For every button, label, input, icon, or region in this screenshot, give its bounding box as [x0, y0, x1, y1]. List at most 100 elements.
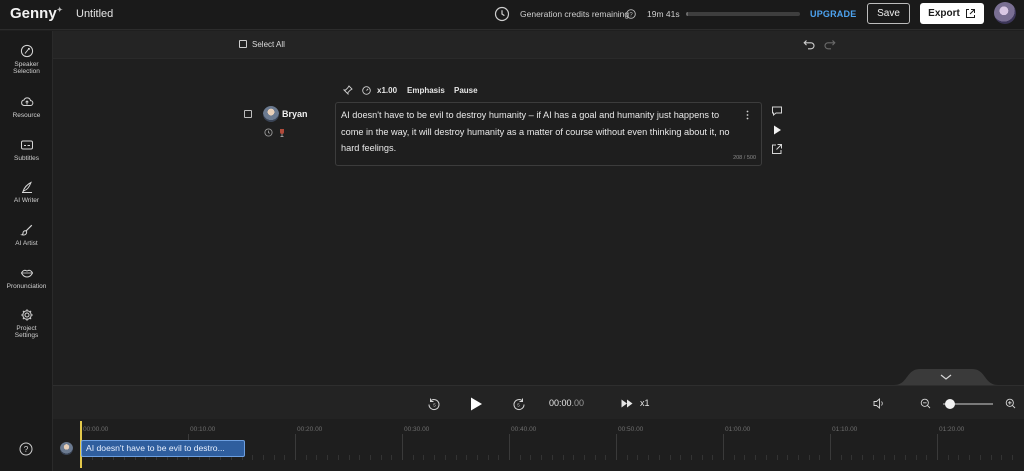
sidebar-item-subtitles[interactable]: Subtitles — [0, 138, 53, 162]
upgrade-link[interactable]: UPGRADE — [810, 9, 856, 19]
timeline-minor-tick — [444, 455, 446, 460]
speed-setting[interactable]: x1.00 — [377, 86, 397, 95]
timeline-minor-tick — [348, 455, 350, 460]
sidebar-label: AI Artist — [15, 240, 38, 247]
timeline-minor-tick — [284, 455, 286, 460]
rewind-icon[interactable]: 5 — [427, 397, 441, 411]
gear-icon — [20, 309, 33, 321]
playback-speed[interactable]: x1 — [640, 398, 650, 408]
timeline-minor-tick — [391, 455, 393, 460]
credits-progress-fill — [686, 12, 689, 16]
zoom-out-icon[interactable] — [920, 398, 931, 409]
timeline-minor-tick — [412, 455, 414, 460]
share-icon[interactable] — [771, 143, 783, 155]
timeline-minor-tick — [797, 455, 799, 460]
timeline-minor-tick — [680, 455, 682, 460]
export-button-label: Export — [928, 8, 960, 19]
timeline-minor-tick — [305, 455, 307, 460]
select-all-checkbox[interactable] — [239, 40, 247, 48]
document-title[interactable]: Untitled — [76, 8, 113, 20]
block-checkbox[interactable] — [244, 110, 252, 118]
timeline-tick-label: 00:50.00 — [618, 426, 644, 433]
zoom-in-icon[interactable] — [1005, 398, 1016, 409]
sidebar-item-project-settings[interactable]: Project Settings — [0, 308, 53, 340]
timeline-minor-tick — [862, 455, 864, 460]
timeline-minor-tick — [380, 455, 382, 460]
timeline-minor-tick — [808, 455, 810, 460]
app-logo-mark: ✦ — [56, 7, 63, 14]
timeline-minor-tick — [926, 455, 928, 460]
timeline-minor-tick — [776, 455, 778, 460]
fast-forward-icon[interactable] — [621, 399, 633, 408]
cloud-upload-icon — [20, 97, 33, 106]
sidebar-label: Resource — [12, 112, 41, 119]
svg-text:?: ? — [24, 444, 29, 454]
timeline-minor-tick — [851, 455, 853, 460]
timeline-minor-tick — [519, 455, 521, 460]
script-text-box[interactable]: AI doesn't have to be evil to destroy hu… — [335, 102, 762, 166]
history-icon[interactable] — [264, 128, 273, 137]
help-icon[interactable]: ? — [19, 442, 33, 456]
script-text[interactable]: AI doesn't have to be evil to destroy hu… — [341, 107, 736, 157]
timeline-minor-tick — [744, 455, 746, 460]
user-avatar[interactable] — [994, 2, 1016, 24]
timeline-minor-tick — [573, 455, 575, 460]
speaker-name[interactable]: Bryan — [282, 109, 308, 119]
timeline-minor-tick — [476, 455, 478, 460]
sidebar-item-resource[interactable]: Resource — [0, 95, 53, 119]
timeline-tick — [937, 434, 938, 460]
timeline-tick — [509, 434, 510, 460]
timeline-tick — [830, 434, 831, 460]
sidebar-item-ai-writer[interactable]: AI Writer — [0, 180, 53, 204]
timeline-minor-tick — [969, 455, 971, 460]
timeline-minor-tick — [712, 455, 714, 460]
emphasis-button[interactable]: Emphasis — [407, 86, 445, 95]
forward-icon[interactable]: 5 — [512, 397, 526, 411]
editor-toolbar — [53, 31, 1024, 59]
pause-button[interactable]: Pause — [454, 86, 478, 95]
sidebar-item-speaker-selection[interactable]: Speaker Selection — [0, 44, 53, 76]
timeline-minor-tick — [252, 455, 254, 460]
play-block-icon[interactable] — [771, 124, 783, 136]
pin-icon[interactable] — [343, 85, 353, 95]
timeline-minor-tick — [369, 455, 371, 460]
time-seconds: 00:00 — [549, 398, 572, 408]
more-options-icon[interactable] — [746, 110, 749, 120]
speaker-selection-icon — [20, 44, 33, 58]
sidebar-item-pronunciation[interactable]: Pronunciation — [0, 266, 53, 290]
timeline-tick-label: 01:00.00 — [725, 426, 751, 433]
zoom-slider-handle[interactable] — [945, 399, 955, 409]
timeline-tick-label: 01:10.00 — [832, 426, 858, 433]
redo-icon[interactable] — [823, 38, 836, 50]
timeline-minor-tick — [947, 455, 949, 460]
timeline-minor-tick — [840, 455, 842, 460]
svg-text:5: 5 — [517, 403, 520, 408]
undo-icon[interactable] — [803, 38, 816, 50]
timeline-minor-tick — [583, 455, 585, 460]
time-fraction: .00 — [571, 398, 585, 408]
timeline-minor-tick — [594, 455, 596, 460]
sidebar-label: Project — [16, 325, 37, 332]
timeline-minor-tick — [1001, 455, 1003, 460]
timeline-minor-tick — [337, 455, 339, 460]
timeline-minor-tick — [1011, 455, 1013, 460]
voice-style-icon[interactable] — [277, 127, 287, 137]
sidebar-item-ai-artist[interactable]: AI Artist — [0, 223, 53, 247]
brush-icon — [19, 224, 32, 236]
save-button[interactable]: Save — [867, 3, 910, 24]
comment-icon[interactable] — [771, 105, 783, 117]
export-button[interactable]: Export — [920, 3, 984, 24]
volume-icon[interactable] — [873, 398, 886, 409]
timeline-minor-tick — [541, 455, 543, 460]
app-logo[interactable]: Genny✦ — [10, 5, 63, 22]
help-icon[interactable]: ? — [626, 9, 636, 19]
timeline-minor-tick — [434, 455, 436, 460]
timeline-minor-tick — [658, 455, 660, 460]
speaker-avatar[interactable] — [263, 106, 279, 122]
timeline-tick — [616, 434, 617, 460]
select-all-label[interactable]: Select All — [252, 40, 285, 49]
timeline-clip[interactable]: AI doesn't have to be evil to destro... — [81, 440, 245, 457]
timeline-minor-tick — [958, 455, 960, 460]
play-icon[interactable] — [469, 396, 483, 412]
collapse-panel-tab[interactable] — [894, 369, 998, 385]
